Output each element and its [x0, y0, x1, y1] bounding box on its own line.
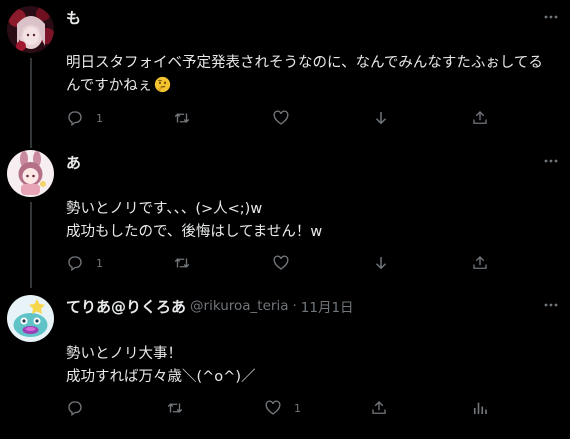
- download-button[interactable]: [372, 107, 390, 129]
- share-button[interactable]: [471, 107, 489, 129]
- share-icon: [473, 111, 487, 124]
- retweet-button[interactable]: [172, 252, 204, 274]
- like-icon: [273, 255, 289, 270]
- tweet-actions: 1: [60, 107, 500, 129]
- views-icon: [473, 402, 487, 414]
- tweet-text-line: 勢いとノリです、、、(>人<;)w: [66, 201, 263, 217]
- tweet-text: 勢いとノリです、、、(>人<;)w 成功もしたので、後悔はしてません！w: [66, 198, 562, 244]
- more-icon: [544, 159, 558, 163]
- tweet-actions: 1: [60, 397, 500, 419]
- like-icon: [265, 400, 281, 415]
- tweet-text-line: 明日スタフォイベ予定発表されそうなのに、なんでみんなすたふぉしてる: [66, 55, 543, 71]
- reply-count: 1: [96, 111, 103, 125]
- reply-icon: [68, 401, 82, 417]
- reply-button[interactable]: 1: [66, 252, 103, 274]
- views-button[interactable]: [471, 397, 501, 419]
- download-button[interactable]: [372, 252, 390, 274]
- retweet-icon: [167, 403, 183, 413]
- thread-connector: [30, 58, 32, 148]
- tweet-actions: 1: [60, 252, 500, 274]
- share-button[interactable]: [370, 397, 388, 419]
- reply-button[interactable]: [66, 397, 96, 419]
- like-button[interactable]: 1: [264, 397, 301, 419]
- display-name[interactable]: てりあ@りくろあ: [66, 296, 186, 317]
- tweet-text-line: 成功すれば万々歳＼(^o^)／: [66, 369, 256, 385]
- retweet-icon: [174, 113, 190, 123]
- share-button[interactable]: [471, 252, 489, 274]
- tweet-text-line: んですかねぇ: [66, 78, 153, 94]
- tweet-text: 勢いとノリ大事！ 成功すれば万々歳＼(^o^)／: [66, 343, 562, 389]
- thread-connector: [30, 202, 32, 288]
- tweet-text: 明日スタフォイベ予定発表されそうなのに、なんでみんなすたふぉしてる んですかねぇ: [66, 52, 562, 98]
- more-icon: [544, 15, 558, 19]
- avatar[interactable]: [7, 6, 54, 53]
- more-options-button[interactable]: [540, 10, 562, 24]
- more-options-button[interactable]: [540, 154, 562, 168]
- meta-separator: ·: [292, 298, 297, 314]
- reply-icon: [68, 111, 82, 127]
- handle[interactable]: @rikuroa_teria: [190, 298, 288, 314]
- tweet-header: あ: [66, 152, 85, 172]
- like-count: 1: [294, 401, 301, 415]
- display-name[interactable]: も: [66, 7, 81, 28]
- retweet-button[interactable]: [165, 397, 197, 419]
- thinking-face-icon: [155, 76, 171, 93]
- tweet-text-line: 成功もしたので、後悔はしてません！w: [66, 224, 323, 240]
- tweet-date[interactable]: 11月1日: [301, 296, 354, 316]
- more-options-button[interactable]: [540, 298, 562, 312]
- retweet-icon: [174, 258, 190, 268]
- like-button[interactable]: [272, 252, 302, 274]
- reply-button[interactable]: 1: [66, 107, 103, 129]
- more-icon: [544, 303, 558, 307]
- reply-icon: [68, 256, 82, 272]
- tweet-header: も: [66, 7, 85, 27]
- reply-count: 1: [96, 256, 103, 270]
- download-icon: [375, 112, 387, 125]
- tweet-header: てりあ@りくろあ @rikuroa_teria · 11月1日: [66, 296, 354, 317]
- retweet-button[interactable]: [172, 107, 204, 129]
- share-icon: [473, 256, 487, 269]
- tweet-text-line: 勢いとノリ大事！: [66, 346, 182, 362]
- like-icon: [273, 110, 289, 125]
- avatar[interactable]: [7, 295, 54, 342]
- download-icon: [375, 257, 387, 270]
- avatar[interactable]: [7, 150, 54, 197]
- like-button[interactable]: [272, 107, 302, 129]
- display-name[interactable]: あ: [66, 152, 81, 173]
- share-icon: [372, 401, 386, 414]
